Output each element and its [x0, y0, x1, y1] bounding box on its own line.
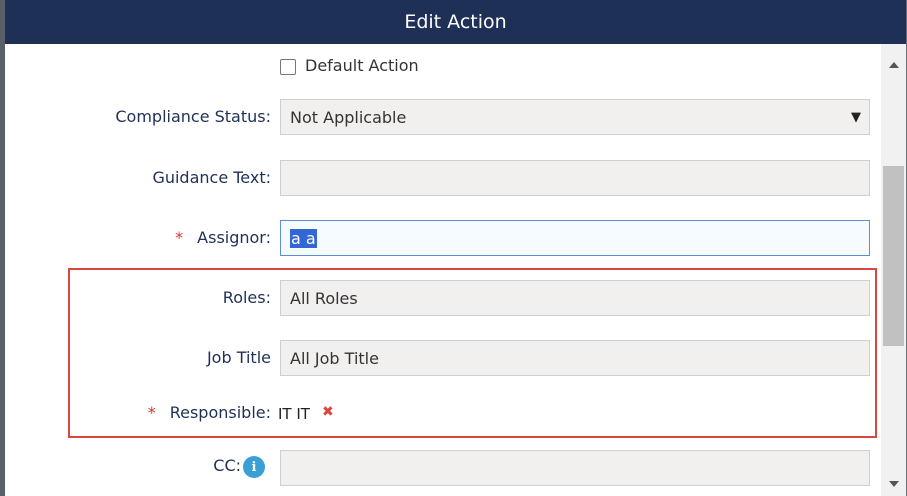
cc-label: CC:	[213, 456, 241, 475]
assignor-value: a a	[290, 228, 317, 248]
caret-down-icon[interactable]: ▼	[851, 110, 861, 125]
assignor-input[interactable]: a a	[280, 220, 870, 256]
compliance-status-label: Compliance Status:	[115, 107, 271, 126]
assignor-label-text: Assignor:	[197, 228, 271, 247]
highlight-annotation-box	[68, 268, 877, 438]
dialog-title: Edit Action	[404, 11, 507, 33]
scroll-up-icon[interactable]	[889, 62, 899, 68]
dialog-header: Edit Action	[5, 0, 906, 44]
compliance-status-value: Not Applicable	[290, 107, 407, 127]
assignor-row: * Assignor: a a	[5, 220, 881, 256]
guidance-text-input[interactable]	[280, 160, 870, 196]
cc-row: CC: i	[5, 450, 881, 486]
required-marker: *	[175, 228, 184, 247]
cc-input[interactable]	[280, 450, 870, 486]
guidance-text-label: Guidance Text:	[152, 168, 271, 187]
dialog-body: Default Action Compliance Status: Not Ap…	[5, 44, 881, 496]
compliance-status-select[interactable]: Not Applicable ▼	[280, 99, 870, 135]
info-icon[interactable]: i	[243, 456, 265, 478]
default-action-checkbox[interactable]	[280, 59, 296, 75]
compliance-status-row: Compliance Status: Not Applicable ▼	[5, 99, 881, 135]
edit-action-dialog: Edit Action Default Action Compliance St…	[5, 0, 906, 496]
vertical-scrollbar[interactable]	[881, 44, 906, 496]
assignor-label: * Assignor:	[175, 228, 271, 247]
default-action-row: Default Action	[5, 44, 881, 88]
scroll-thumb[interactable]	[883, 166, 904, 346]
default-action-label[interactable]: Default Action	[305, 56, 419, 75]
guidance-text-row: Guidance Text:	[5, 160, 881, 196]
scroll-down-icon[interactable]	[889, 481, 899, 487]
